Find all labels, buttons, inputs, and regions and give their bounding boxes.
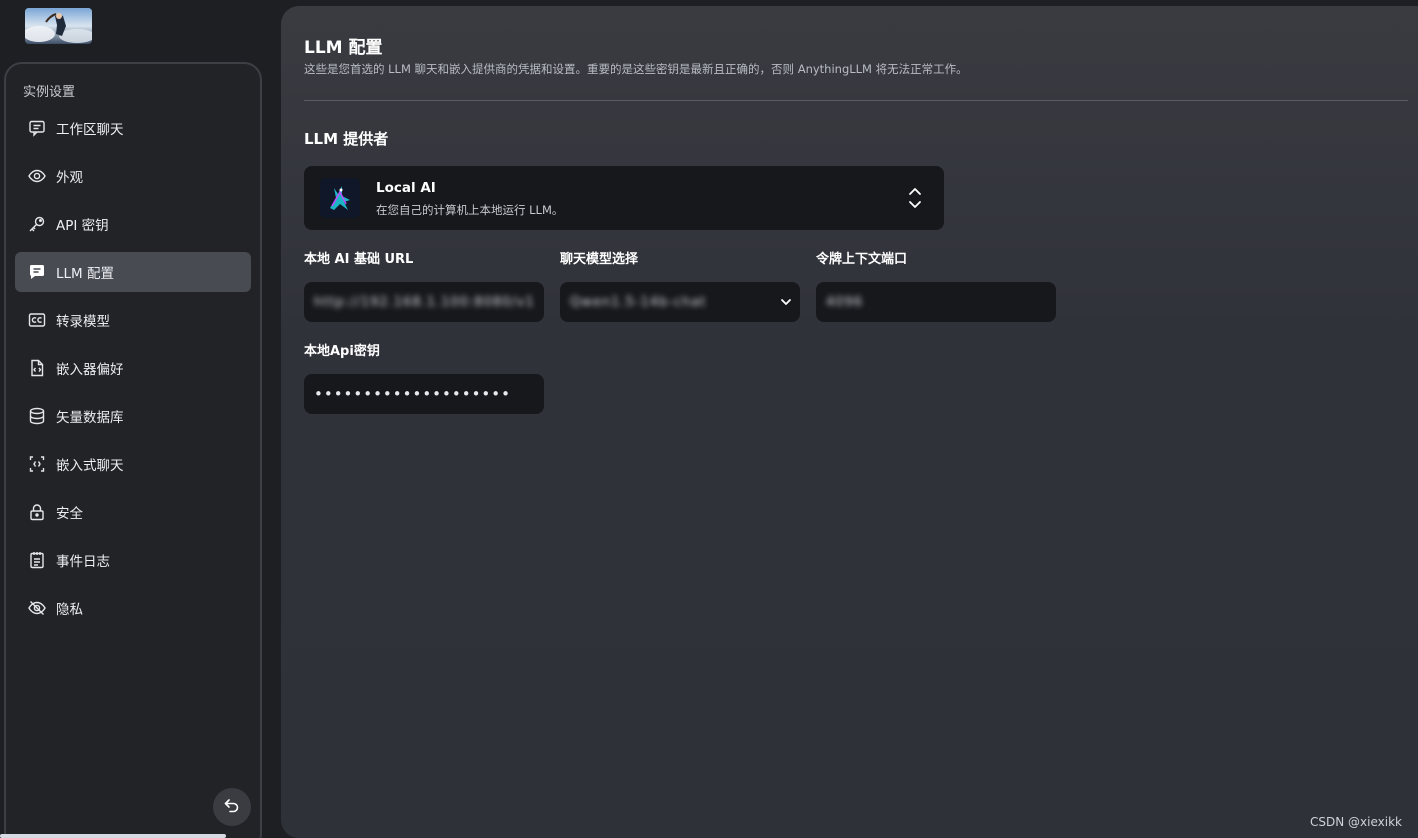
api-key-input[interactable]: •••••••••••••••••••• — [304, 374, 544, 414]
sidebar-item-security[interactable]: 安全 — [15, 492, 251, 532]
sidebar-item-label: 安全 — [56, 506, 83, 522]
database-icon — [28, 407, 46, 425]
sidebar-nav: 工作区聊天 外观 API 密钥 LLM 配置 转录模型 嵌入器偏好 矢量数据库 … — [15, 108, 251, 636]
back-button[interactable] — [213, 788, 251, 826]
chat-model-select[interactable]: Qwen1.5-14b-chat — [560, 282, 800, 322]
key-icon — [28, 215, 46, 233]
sidebar-item-label: API 密钥 — [56, 218, 109, 234]
chat-model-label: 聊天模型选择 — [560, 252, 639, 267]
page-title: LLM 配置 — [304, 38, 383, 58]
sidebar-item-workspace-chat[interactable]: 工作区聊天 — [15, 108, 251, 148]
chat-bubble-icon — [28, 263, 46, 281]
sidebar-item-label: 事件日志 — [56, 554, 110, 570]
watermark: CSDN @xiexikk — [1310, 815, 1402, 829]
divider — [304, 100, 1408, 101]
sidebar-item-label: 矢量数据库 — [56, 410, 124, 426]
sidebar-item-label: 隐私 — [56, 602, 83, 618]
token-window-label: 令牌上下文端口 — [816, 252, 908, 267]
horizontal-scrollbar[interactable] — [0, 834, 226, 838]
lock-icon — [28, 503, 46, 521]
sidebar-item-embed-chat[interactable]: 嵌入式聊天 — [15, 444, 251, 484]
localai-logo — [320, 178, 360, 218]
token-window-input[interactable]: 4096 — [816, 282, 1056, 322]
api-key-value: •••••••••••••••••••• — [314, 385, 511, 403]
cc-icon — [28, 311, 46, 329]
settings-sidebar: 实例设置 工作区聊天 外观 API 密钥 LLM 配置 转录模型 嵌入器偏好 矢… — [4, 62, 262, 838]
base-url-value: http://192.168.1.100:8080/v1 — [314, 294, 535, 310]
sidebar-item-privacy[interactable]: 隐私 — [15, 588, 251, 628]
eye-icon — [28, 167, 46, 185]
chevron-down-icon — [780, 296, 792, 308]
provider-name: Local AI — [376, 180, 436, 196]
sidebar-title: 实例设置 — [23, 85, 76, 100]
base-url-label: 本地 AI 基础 URL — [304, 252, 414, 267]
sidebar-item-api-keys[interactable]: API 密钥 — [15, 204, 251, 244]
notepad-icon — [28, 551, 46, 569]
token-window-value: 4096 — [826, 294, 864, 310]
eye-slash-icon — [28, 599, 46, 617]
llm-provider-select[interactable]: Local AI 在您自己的计算机上本地运行 LLM。 — [304, 166, 944, 230]
base-url-input[interactable]: http://192.168.1.100:8080/v1 — [304, 282, 544, 322]
main-panel: LLM 配置 这些是您首选的 LLM 聊天和嵌入提供商的凭据和设置。重要的是这些… — [281, 6, 1418, 838]
sidebar-item-label: 嵌入器偏好 — [56, 362, 124, 378]
sidebar-item-label: 嵌入式聊天 — [56, 458, 124, 474]
file-code-icon — [28, 359, 46, 377]
section-title: LLM 提供者 — [304, 130, 389, 148]
sidebar-item-label: LLM 配置 — [56, 266, 114, 282]
sidebar-item-label: 外观 — [56, 170, 83, 186]
api-key-label: 本地Api密钥 — [304, 344, 380, 359]
chevron-up-down-icon — [906, 185, 924, 211]
sidebar-item-embedder[interactable]: 嵌入器偏好 — [15, 348, 251, 388]
sidebar-item-label: 转录模型 — [56, 314, 110, 330]
sidebar-item-event-logs[interactable]: 事件日志 — [15, 540, 251, 580]
sidebar-item-label: 工作区聊天 — [56, 122, 124, 138]
page-description: 这些是您首选的 LLM 聊天和嵌入提供商的凭据和设置。重要的是这些密钥是最新且正… — [304, 62, 968, 76]
app-logo[interactable] — [25, 8, 92, 44]
chat-text-icon — [28, 119, 46, 137]
return-arrow-icon — [223, 796, 241, 818]
provider-description: 在您自己的计算机上本地运行 LLM。 — [376, 203, 564, 217]
chat-model-value: Qwen1.5-14b-chat — [570, 294, 707, 310]
app-root: 实例设置 工作区聊天 外观 API 密钥 LLM 配置 转录模型 嵌入器偏好 矢… — [0, 0, 1418, 838]
bracket-code-icon — [28, 455, 46, 473]
sidebar-item-appearance[interactable]: 外观 — [15, 156, 251, 196]
sidebar-item-llm-config[interactable]: LLM 配置 — [15, 252, 251, 292]
sidebar-item-transcription[interactable]: 转录模型 — [15, 300, 251, 340]
sidebar-item-vector-db[interactable]: 矢量数据库 — [15, 396, 251, 436]
